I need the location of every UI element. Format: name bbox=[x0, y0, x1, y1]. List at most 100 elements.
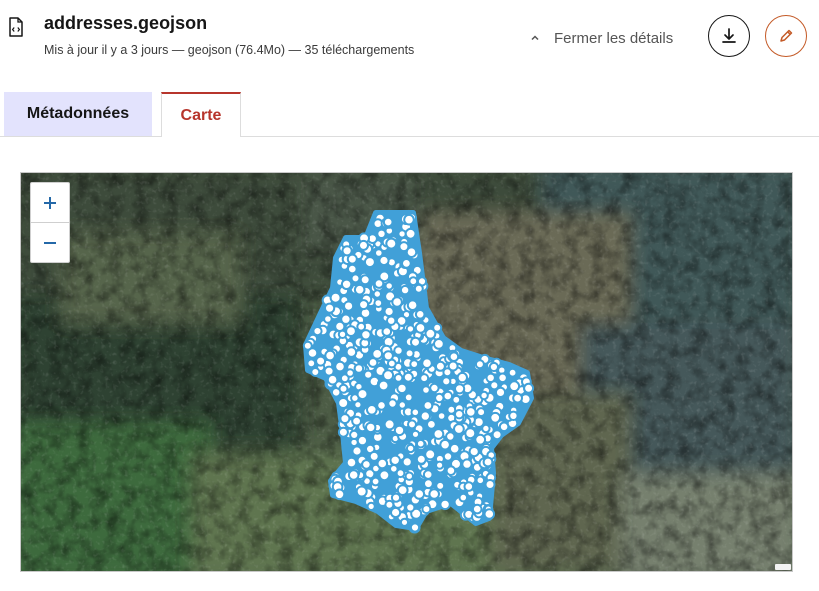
address-marker[interactable] bbox=[390, 506, 402, 519]
address-marker[interactable] bbox=[329, 291, 342, 304]
address-marker[interactable] bbox=[436, 411, 447, 421]
address-marker[interactable] bbox=[370, 476, 381, 487]
address-marker[interactable] bbox=[401, 456, 413, 468]
address-marker[interactable] bbox=[387, 398, 398, 409]
address-marker[interactable] bbox=[507, 367, 518, 378]
address-marker[interactable] bbox=[347, 469, 360, 481]
address-marker[interactable] bbox=[353, 363, 365, 374]
address-marker[interactable] bbox=[410, 407, 421, 418]
address-marker[interactable] bbox=[359, 274, 371, 286]
address-marker[interactable] bbox=[376, 400, 387, 411]
address-marker[interactable] bbox=[448, 351, 460, 362]
address-marker[interactable] bbox=[489, 411, 502, 424]
address-marker[interactable] bbox=[383, 418, 396, 431]
address-marker[interactable] bbox=[396, 382, 408, 395]
address-marker[interactable] bbox=[393, 373, 404, 383]
address-marker[interactable] bbox=[404, 471, 414, 481]
address-marker[interactable] bbox=[463, 481, 475, 492]
address-marker[interactable] bbox=[397, 229, 407, 239]
address-marker[interactable] bbox=[419, 373, 430, 384]
address-marker[interactable] bbox=[421, 385, 431, 395]
address-marker[interactable] bbox=[491, 429, 503, 441]
address-marker[interactable] bbox=[373, 278, 385, 289]
address-marker[interactable] bbox=[448, 442, 461, 455]
address-marker[interactable] bbox=[356, 434, 369, 447]
address-marker[interactable] bbox=[382, 216, 394, 228]
address-marker[interactable] bbox=[442, 390, 454, 402]
edit-button[interactable] bbox=[765, 15, 807, 57]
download-button[interactable] bbox=[708, 15, 750, 57]
address-marker[interactable] bbox=[390, 492, 402, 503]
zoom-in-button[interactable] bbox=[31, 183, 69, 223]
address-marker[interactable] bbox=[337, 397, 350, 409]
address-marker[interactable] bbox=[435, 460, 445, 470]
address-marker[interactable] bbox=[468, 446, 480, 458]
address-marker[interactable] bbox=[421, 504, 432, 515]
address-marker[interactable] bbox=[358, 299, 370, 311]
address-marker[interactable] bbox=[442, 451, 454, 462]
address-marker[interactable] bbox=[426, 419, 437, 430]
address-marker[interactable] bbox=[372, 289, 382, 299]
address-marker[interactable] bbox=[360, 329, 372, 341]
address-marker[interactable] bbox=[406, 299, 419, 311]
address-marker[interactable] bbox=[414, 322, 427, 334]
address-marker[interactable] bbox=[439, 498, 451, 511]
address-marker[interactable] bbox=[337, 426, 349, 438]
toggle-details-button[interactable]: Fermer les détails bbox=[528, 27, 673, 49]
address-marker[interactable] bbox=[373, 298, 384, 309]
address-marker[interactable] bbox=[421, 357, 433, 369]
address-marker[interactable] bbox=[341, 245, 353, 257]
address-marker[interactable] bbox=[393, 345, 404, 356]
address-marker[interactable] bbox=[365, 421, 377, 434]
address-marker[interactable] bbox=[326, 373, 339, 386]
address-marker[interactable] bbox=[353, 400, 363, 410]
address-marker[interactable] bbox=[368, 450, 380, 462]
address-marker[interactable] bbox=[324, 302, 336, 314]
address-marker[interactable] bbox=[434, 360, 446, 372]
address-marker[interactable] bbox=[376, 457, 389, 470]
address-marker[interactable] bbox=[445, 465, 457, 477]
address-marker[interactable] bbox=[350, 273, 361, 284]
address-marker[interactable] bbox=[482, 456, 494, 468]
address-marker[interactable] bbox=[345, 346, 358, 358]
address-marker[interactable] bbox=[356, 388, 369, 401]
address-marker[interactable] bbox=[405, 324, 416, 334]
address-marker[interactable] bbox=[454, 409, 465, 420]
address-marker[interactable] bbox=[345, 368, 355, 378]
address-marker[interactable] bbox=[366, 501, 376, 511]
address-marker[interactable] bbox=[343, 300, 355, 312]
address-marker[interactable] bbox=[358, 239, 369, 251]
address-marker[interactable] bbox=[351, 415, 363, 427]
address-marker[interactable] bbox=[409, 359, 420, 370]
address-marker[interactable] bbox=[312, 326, 323, 337]
address-marker[interactable] bbox=[423, 478, 434, 490]
address-marker[interactable] bbox=[340, 278, 353, 291]
address-marker[interactable] bbox=[404, 227, 417, 240]
address-marker[interactable] bbox=[488, 361, 499, 373]
address-marker[interactable] bbox=[479, 390, 489, 401]
satellite-map[interactable] bbox=[21, 173, 793, 572]
address-marker[interactable] bbox=[405, 443, 416, 454]
address-marker[interactable] bbox=[497, 372, 508, 384]
address-marker[interactable] bbox=[381, 326, 393, 337]
address-marker[interactable] bbox=[339, 413, 351, 425]
address-marker[interactable] bbox=[385, 237, 398, 250]
address-marker[interactable] bbox=[315, 355, 327, 367]
address-marker[interactable] bbox=[471, 503, 483, 515]
address-marker[interactable] bbox=[485, 372, 496, 384]
address-marker[interactable] bbox=[384, 281, 394, 291]
address-marker[interactable] bbox=[484, 479, 496, 490]
address-marker[interactable] bbox=[419, 410, 431, 422]
address-marker[interactable] bbox=[310, 367, 321, 377]
address-marker[interactable] bbox=[377, 379, 390, 392]
address-marker[interactable] bbox=[498, 421, 510, 433]
address-marker[interactable] bbox=[302, 340, 313, 351]
address-marker[interactable] bbox=[415, 453, 427, 465]
address-marker[interactable] bbox=[483, 508, 496, 520]
zoom-out-button[interactable] bbox=[31, 223, 69, 262]
address-marker[interactable] bbox=[382, 350, 394, 362]
address-marker[interactable] bbox=[398, 241, 410, 253]
address-marker[interactable] bbox=[512, 392, 524, 404]
address-marker[interactable] bbox=[397, 400, 407, 410]
address-marker[interactable] bbox=[389, 454, 401, 466]
